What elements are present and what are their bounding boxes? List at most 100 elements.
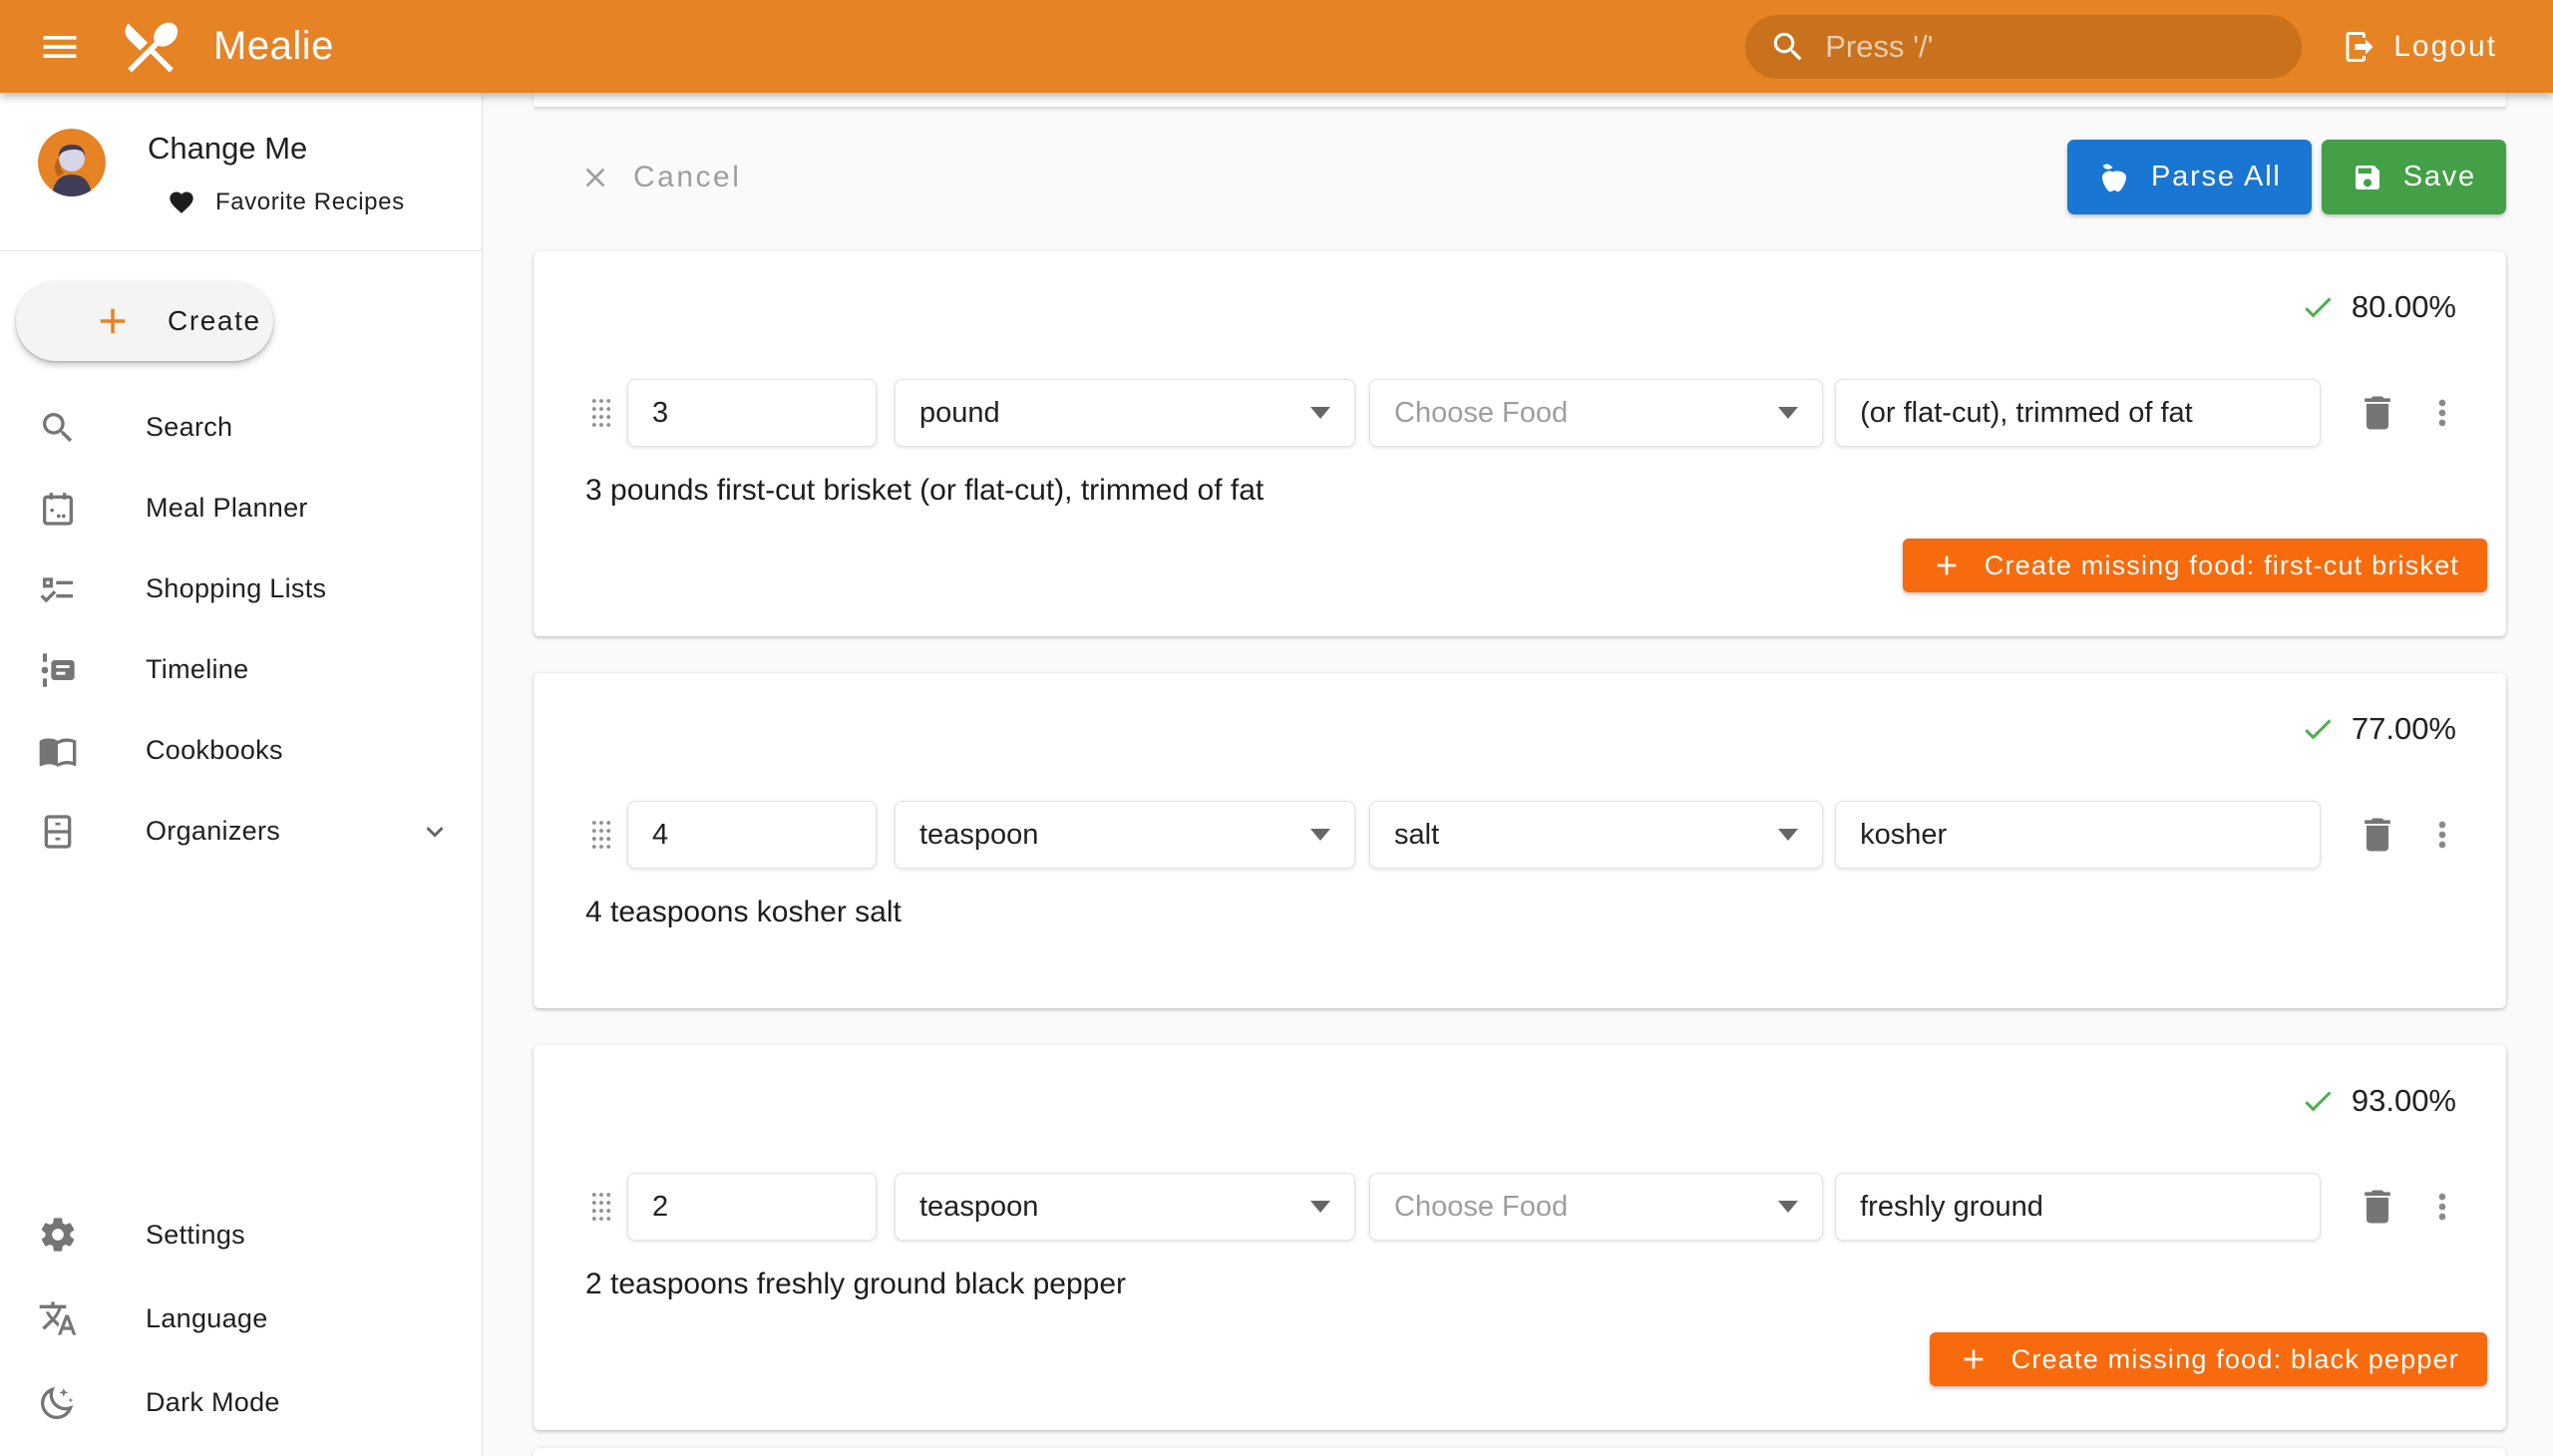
check-icon [2300, 711, 2336, 747]
sidebar-item-cookbooks[interactable]: Cookbooks [0, 710, 482, 791]
parser-toolbar: Cancel Parse All Save [534, 140, 2506, 214]
search-placeholder: Press '/' [1825, 29, 1933, 65]
checklist-icon [38, 569, 78, 609]
food-placeholder: Choose Food [1394, 1191, 1766, 1224]
amount-input[interactable] [627, 1173, 877, 1241]
sidebar-item-label: Search [146, 412, 232, 443]
sidebar: Change Me Favorite Recipes Create Search [0, 93, 483, 1456]
heart-icon [168, 188, 195, 216]
hamburger-menu-icon[interactable] [36, 23, 84, 71]
sidebar-item-label: Timeline [146, 654, 248, 685]
moon-icon [38, 1382, 78, 1422]
logout-button[interactable]: Logout [2326, 29, 2497, 65]
ingredient-card: 93.00% teaspoon Choose Food [534, 1045, 2506, 1430]
search-icon [1769, 28, 1807, 66]
parse-all-button[interactable]: Parse All [2067, 140, 2312, 214]
kebab-menu-button[interactable] [2422, 1184, 2462, 1230]
unit-value: teaspoon [919, 819, 1298, 852]
cancel-button[interactable]: Cancel [557, 161, 741, 194]
note-input[interactable] [1835, 801, 2321, 869]
create-missing-food-button[interactable]: Create missing food: first-cut brisket [1903, 539, 2487, 592]
parse-all-label: Parse All [2151, 161, 2282, 193]
card-partial-bottom [534, 1448, 2506, 1456]
original-ingredient-text: 2 teaspoons freshly ground black pepper [534, 1267, 2506, 1302]
book-open-icon [38, 731, 78, 771]
mealie-logo-icon [118, 14, 183, 80]
create-label: Create [168, 305, 261, 337]
caret-down-icon [1310, 1201, 1330, 1213]
plus-icon [92, 300, 134, 342]
close-icon [579, 162, 611, 193]
sidebar-item-organizers[interactable]: Organizers [0, 791, 482, 872]
create-missing-food-label: Create missing food: black pepper [2011, 1344, 2459, 1375]
kebab-menu-button[interactable] [2422, 812, 2462, 858]
sidebar-item-shopping-lists[interactable]: Shopping Lists [0, 548, 482, 629]
favorite-recipes-label: Favorite Recipes [215, 188, 405, 216]
timeline-icon [38, 650, 78, 690]
sidebar-item-settings[interactable]: Settings [0, 1193, 482, 1276]
unit-value: pound [919, 397, 1298, 430]
caret-down-icon [1778, 407, 1798, 419]
apple-icon [2097, 161, 2131, 194]
file-cabinet-icon [38, 812, 78, 852]
sidebar-item-label: Dark Mode [146, 1387, 280, 1418]
user-block: Change Me Favorite Recipes [0, 93, 482, 216]
avatar[interactable] [38, 129, 106, 196]
confidence-row: 77.00% [534, 709, 2506, 749]
delete-button[interactable] [2355, 1184, 2400, 1230]
sidebar-item-dark-mode[interactable]: Dark Mode [0, 1360, 482, 1444]
delete-button[interactable] [2355, 390, 2400, 436]
user-name: Change Me [148, 131, 405, 167]
create-missing-food-label: Create missing food: first-cut brisket [1985, 550, 2459, 581]
confidence-value: 77.00% [2352, 711, 2456, 747]
save-button[interactable]: Save [2322, 140, 2506, 214]
check-icon [2300, 1083, 2336, 1119]
amount-input[interactable] [627, 379, 877, 447]
app-title: Mealie [213, 24, 334, 69]
note-input[interactable] [1835, 379, 2321, 447]
caret-down-icon [1778, 829, 1798, 841]
delete-button[interactable] [2355, 812, 2400, 858]
confidence-row: 80.00% [534, 287, 2506, 327]
kebab-menu-button[interactable] [2422, 390, 2462, 436]
unit-select[interactable]: teaspoon [895, 1173, 1355, 1241]
sidebar-item-search[interactable]: Search [0, 387, 482, 468]
create-button[interactable]: Create [16, 281, 273, 361]
drag-handle-icon[interactable] [589, 1190, 613, 1224]
drag-handle-icon[interactable] [589, 818, 613, 852]
unit-select[interactable]: pound [895, 379, 1355, 447]
note-input[interactable] [1835, 1173, 2321, 1241]
food-select[interactable]: Choose Food [1369, 379, 1823, 447]
sidebar-item-label: Cookbooks [146, 735, 283, 766]
caret-down-icon [1310, 407, 1330, 419]
sidebar-item-label: Organizers [146, 816, 280, 847]
sidebar-item-timeline[interactable]: Timeline [0, 629, 482, 710]
unit-select[interactable]: teaspoon [895, 801, 1355, 869]
appbar: Mealie Press '/' Logout [0, 0, 2553, 93]
sidebar-item-label: Meal Planner [146, 493, 308, 524]
food-value: salt [1394, 819, 1766, 852]
caret-down-icon [1778, 1201, 1798, 1213]
caret-down-icon [1310, 829, 1330, 841]
favorite-recipes-link[interactable]: Favorite Recipes [148, 188, 405, 216]
logout-icon [2342, 29, 2377, 65]
confidence-row: 93.00% [534, 1081, 2506, 1121]
confidence-value: 93.00% [2352, 1083, 2456, 1119]
ingredient-fields-row: teaspoon Choose Food [534, 1173, 2506, 1241]
food-select[interactable]: salt [1369, 801, 1823, 869]
create-missing-food-button[interactable]: Create missing food: black pepper [1930, 1332, 2487, 1386]
sidebar-item-meal-planner[interactable]: Meal Planner [0, 468, 482, 548]
search-icon [38, 408, 78, 448]
drag-handle-icon[interactable] [589, 396, 613, 430]
sidebar-item-language[interactable]: Language [0, 1276, 482, 1360]
sidebar-item-label: Language [146, 1303, 268, 1334]
save-label: Save [2403, 161, 2476, 193]
ingredient-card: 77.00% teaspoon salt [534, 673, 2506, 1008]
food-select[interactable]: Choose Food [1369, 1173, 1823, 1241]
sidebar-nav: Search Meal Planner Shopping Lists Timel… [0, 387, 482, 872]
original-ingredient-text: 3 pounds first-cut brisket (or flat-cut)… [534, 473, 2506, 509]
main-content: Cancel Parse All Save 80 [483, 93, 2553, 1456]
global-search-input[interactable]: Press '/' [1745, 15, 2302, 79]
plus-icon [1958, 1343, 1990, 1375]
amount-input[interactable] [627, 801, 877, 869]
